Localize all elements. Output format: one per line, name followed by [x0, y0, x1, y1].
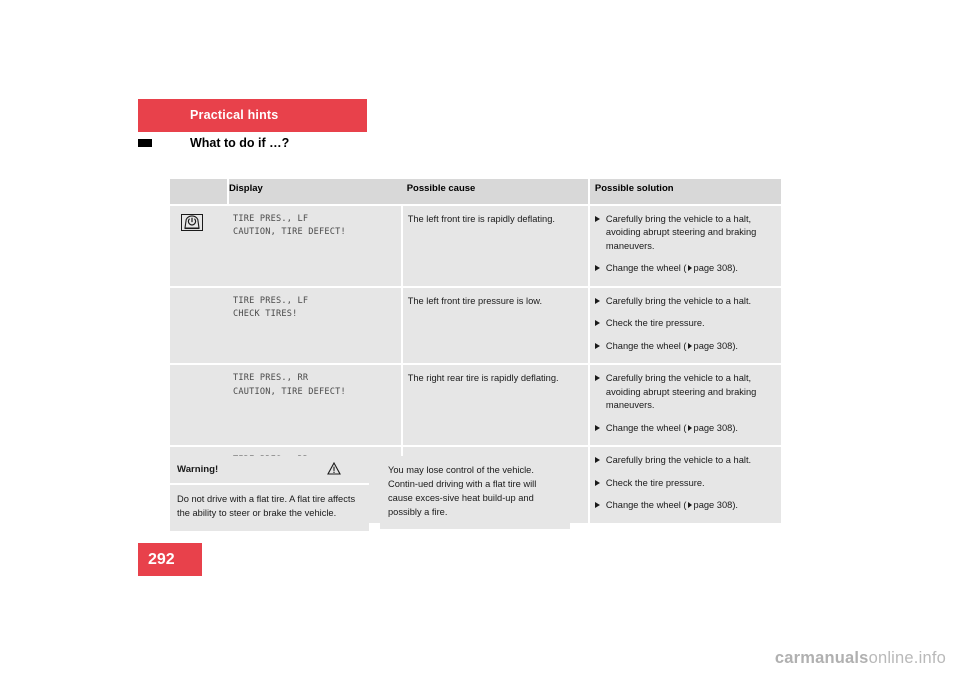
- solution-text: Carefully bring the vehicle to a halt, a…: [605, 214, 757, 251]
- row-solution-cell: Carefully bring the vehicle to a halt, a…: [588, 204, 781, 287]
- solution-item: Change the wheel (page 308).: [594, 262, 773, 275]
- page-number: 292: [148, 551, 175, 568]
- row-solution-cell: Carefully bring the vehicle to a halt, a…: [588, 363, 781, 447]
- row-icon-cell: [170, 363, 228, 447]
- document-page: Practical hints What to do if …? Display…: [0, 0, 960, 678]
- warning-header: Warning!: [170, 456, 369, 485]
- solution-item: Check the tire pressure.: [594, 477, 773, 490]
- table-row: TIRE PRES., LF CAUTION, TIRE DEFECT! The…: [170, 204, 781, 287]
- row-solution-cell: Carefully bring the vehicle to a halt. C…: [588, 285, 781, 365]
- table-row: TIRE PRES., RR CAUTION, TIRE DEFECT! The…: [170, 363, 781, 447]
- solution-text: Carefully bring the vehicle to a halt.: [605, 455, 752, 466]
- row-display-cell: TIRE PRES., RR CAUTION, TIRE DEFECT!: [227, 363, 403, 447]
- solution-text: Check the tire pressure.: [605, 318, 705, 329]
- row-cause-cell: The left front tire is rapidly deflating…: [401, 204, 590, 287]
- warning-box: Warning! Do not drive with a flat tire. …: [170, 456, 369, 531]
- solution-item: Carefully bring the vehicle to a halt, a…: [594, 213, 773, 253]
- page-ref-triangle-icon: [687, 265, 692, 272]
- row-solution-cell: Carefully bring the vehicle to a halt. C…: [588, 445, 781, 523]
- section-banner: Practical hints: [138, 99, 367, 132]
- solution-item: Carefully bring the vehicle to a halt.: [594, 295, 773, 308]
- bullet-triangle-icon: [594, 457, 600, 464]
- warning-triangle-icon: [327, 461, 341, 475]
- page-number-box: 292: [138, 543, 202, 576]
- subtitle-marker-icon: [138, 139, 152, 147]
- solution-text: Carefully bring the vehicle to a halt, a…: [605, 373, 757, 411]
- solution-item: Carefully bring the vehicle to a halt.: [594, 454, 773, 467]
- bullet-triangle-icon: [594, 265, 600, 272]
- watermark: carmanualsonline.info: [775, 649, 946, 668]
- table-header-display-icon: [170, 179, 229, 205]
- solution-text: Change the wheel (page 308).: [605, 340, 739, 351]
- table-row: TIRE PRES., LF CHECK TIRES! The left fro…: [170, 285, 781, 365]
- row-icon-cell: [170, 285, 228, 365]
- watermark-prefix: carmanuals: [774, 649, 869, 667]
- bullet-triangle-icon: [594, 297, 600, 304]
- table-header-display: Display: [227, 179, 402, 205]
- warning-title: Warning!: [177, 464, 219, 475]
- watermark-suffix: online.info: [868, 649, 946, 667]
- row-display-cell: TIRE PRES., LF CHECK TIRES!: [227, 285, 403, 365]
- page-ref-triangle-icon: [687, 502, 692, 509]
- solution-text: Carefully bring the vehicle to a halt.: [605, 295, 752, 306]
- warning-body: Do not drive with a flat tire. A flat ti…: [177, 494, 356, 518]
- solution-item: Check the tire pressure.: [594, 317, 773, 330]
- solution-text: Check the tire pressure.: [605, 477, 705, 488]
- solution-text: Change the wheel (page 308).: [605, 422, 739, 433]
- page-ref-triangle-icon: [687, 342, 692, 349]
- solution-text: Change the wheel (page 308).: [605, 500, 739, 511]
- solution-text: Change the wheel (page 308).: [605, 263, 739, 274]
- display-text: TIRE PRES., LF CAUTION, TIRE DEFECT!: [232, 214, 346, 238]
- bullet-triangle-icon: [594, 502, 600, 509]
- bullet-triangle-icon: [594, 342, 600, 349]
- display-text: TIRE PRES., RR CAUTION, TIRE DEFECT!: [232, 373, 346, 397]
- display-text: TIRE PRES., LF CHECK TIRES!: [232, 295, 309, 320]
- solution-item: Change the wheel (page 308).: [594, 422, 773, 435]
- bullet-triangle-icon: [594, 424, 600, 431]
- bullet-triangle-icon: [594, 375, 600, 382]
- row-display-cell: TIRE PRES., LF CAUTION, TIRE DEFECT!: [227, 204, 403, 287]
- row-cause-cell: The right rear tire is rapidly deflating…: [401, 363, 590, 447]
- solution-item: Change the wheel (page 308).: [594, 499, 773, 512]
- table-header-solution: Possible solution: [588, 179, 781, 205]
- note-box: You may lose control of the vehicle. Con…: [380, 456, 570, 529]
- page-title: What to do if …?: [190, 136, 290, 150]
- page-subtitle-row: What to do if …?: [138, 136, 438, 154]
- section-banner-label: Practical hints: [190, 108, 279, 122]
- table-header-row: Display Possible cause Possible solution: [170, 179, 781, 205]
- solution-item: Change the wheel (page 308).: [594, 340, 773, 353]
- table-header-cause: Possible cause: [401, 179, 590, 205]
- bullet-triangle-icon: [594, 216, 600, 222]
- tire-pressure-warning-icon: [181, 214, 203, 231]
- solution-item: Carefully bring the vehicle to a halt, a…: [594, 372, 773, 412]
- bullet-triangle-icon: [594, 320, 600, 327]
- bullet-triangle-icon: [594, 479, 600, 486]
- page-ref-triangle-icon: [687, 424, 692, 431]
- row-cause-cell: The left front tire pressure is low.: [401, 285, 590, 365]
- row-icon-cell: [170, 204, 228, 287]
